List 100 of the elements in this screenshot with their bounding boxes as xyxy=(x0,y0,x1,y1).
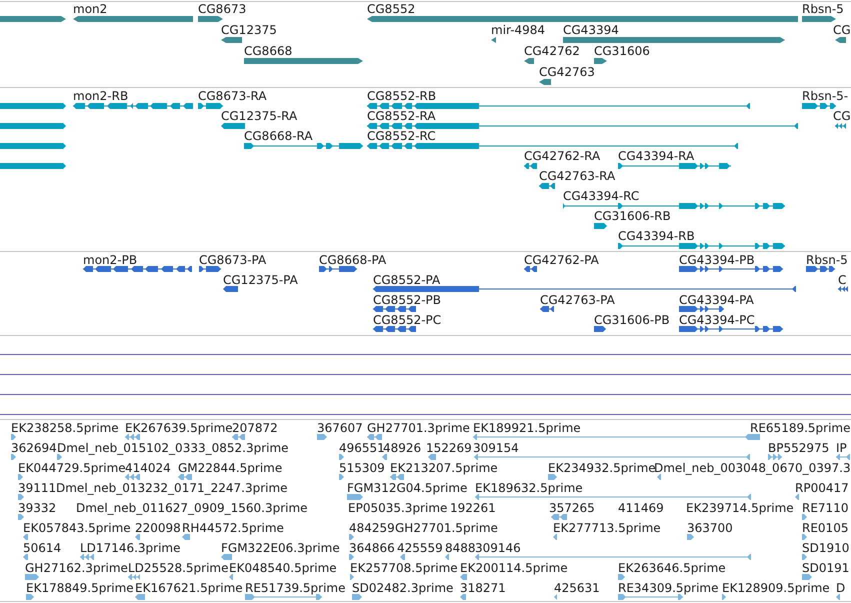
feature-label: CG8552 xyxy=(367,2,416,16)
feature-label: CG42762-PA xyxy=(524,253,599,267)
feature-label: 364866 xyxy=(349,541,395,555)
feature-label: EK167621.5prime xyxy=(135,581,243,595)
feature-label: RE34309.5prime xyxy=(618,581,718,595)
feature-label: EK200114.5prime xyxy=(460,561,568,575)
feature-label: CG43394-PC xyxy=(679,313,755,327)
feature-label: mon2-RB xyxy=(73,89,128,103)
feature-label: CG12375 xyxy=(221,23,277,37)
feature-label: EK263646.5prime xyxy=(618,561,726,575)
feature-label: CG42762-RA xyxy=(524,149,600,163)
feature-label: EK277713.5prime xyxy=(553,521,661,535)
feature-label: SD02482.3prime xyxy=(352,581,454,595)
feature-label: EK128909.5prime xyxy=(722,581,830,595)
feature-label: 152269 xyxy=(426,441,472,455)
feature-label: GM22844.5prime xyxy=(178,461,282,475)
feature-label: FGM312G04.5prime xyxy=(347,481,468,495)
feature-label: CG8552-RB xyxy=(367,89,436,103)
feature-label: CG8552-RC xyxy=(367,129,436,143)
feature-label: Rbsn-5 xyxy=(806,253,848,267)
feature-label: CG12375-RA xyxy=(221,109,298,123)
feature-label: GH27162.3prime xyxy=(25,561,128,575)
feature-label: 220098 xyxy=(135,521,181,535)
feature-label: Rbsn-5 xyxy=(802,2,844,16)
feature-label: EP05035.3prime xyxy=(348,501,448,515)
feature-label: 411469 xyxy=(618,501,664,515)
feature-label: CG43394-RA xyxy=(618,149,694,163)
feature-label: RH44572.5prime xyxy=(182,521,284,535)
feature-label: EK189632.5prime xyxy=(475,481,583,495)
feature-label: CG8673-PA xyxy=(199,253,266,267)
feature-label: 309154 xyxy=(473,441,519,455)
feature-label: 425559 xyxy=(397,541,443,555)
feature-label: CG8552-PA xyxy=(373,273,440,287)
feature-label: CG8673 xyxy=(198,2,246,16)
feature-label: SD0191 xyxy=(802,561,850,575)
feature-label: 484259 xyxy=(349,521,395,535)
feature-label: CG42763 xyxy=(539,65,595,79)
feature-label: SD1910 xyxy=(802,541,850,555)
feature-label: CG8552-PC xyxy=(373,313,442,327)
feature-label: BP552975 xyxy=(768,441,830,455)
feature-label: EK234932.5prime xyxy=(548,461,656,475)
feature-label: LD17146.3prime xyxy=(80,541,181,555)
feature-label: GH27701.5prime xyxy=(395,521,498,535)
feature-label: CG8552-PB xyxy=(373,293,442,307)
feature-label: CG43394 xyxy=(563,23,619,37)
feature-label: 414024 xyxy=(125,461,171,475)
feature-label: Rbsn-5- xyxy=(802,89,848,103)
feature-label: RE65189.5prime xyxy=(750,421,850,435)
feature-label: 496551 xyxy=(339,441,385,455)
feature-label: mon2 xyxy=(73,2,108,16)
feature-label: EK239714.5prime xyxy=(686,501,794,515)
feature-label: 362694 xyxy=(11,441,57,455)
feature-label: CG43394-RB xyxy=(618,229,695,243)
feature-label: IP xyxy=(836,441,847,455)
feature-label: CG31606-RB xyxy=(594,209,671,223)
feature-label: 39332 xyxy=(18,501,56,515)
feature-label: mir-4984 xyxy=(491,23,546,37)
feature-label: CG42763-RA xyxy=(539,169,616,183)
feature-label: Dmel_neb_013232_0171_2247.3prime xyxy=(56,481,288,495)
feature-label: CG12375-PA xyxy=(223,273,298,287)
feature-label: 50614 xyxy=(23,541,62,555)
feature-label: RE7110 xyxy=(802,501,848,515)
feature-label: EK057843.5prime xyxy=(23,521,131,535)
feature-label: CG8673-RA xyxy=(198,89,267,103)
feature-label: C xyxy=(838,273,846,287)
feature-label: LD25528.5prime xyxy=(128,561,229,575)
feature-label: RE51739.5prime xyxy=(245,581,346,595)
feature-label: Dmel_neb_011627_0909_1560.3prime xyxy=(76,501,308,515)
feature-label: EK238258.5prime xyxy=(11,421,119,435)
feature-label: CG31606-PB xyxy=(594,313,670,327)
feature-label: D xyxy=(836,581,846,595)
feature-label: mon2-PB xyxy=(83,253,138,267)
feature-label: CG43394-PB xyxy=(679,253,755,267)
feature-label: FGM322E06.3prime xyxy=(221,541,340,555)
feature-label: CG8668 xyxy=(244,44,292,58)
feature-label: 48926 xyxy=(383,441,422,455)
feature-label: EK213207.5prime xyxy=(390,461,498,475)
feature-label: RE0105 xyxy=(802,521,848,535)
feature-label: 367607 xyxy=(317,421,363,435)
feature-label: EK048540.5prime xyxy=(229,561,337,575)
feature-label: CG42763-PA xyxy=(540,293,615,307)
feature-label: CG8552-RA xyxy=(367,109,436,123)
feature-label: 357265 xyxy=(549,501,595,515)
feature-label: EK189921.5prime xyxy=(473,421,581,435)
feature-label: CG43394-PA xyxy=(679,293,754,307)
feature-label: CG8668-PA xyxy=(319,253,386,267)
feature-label: 309146 xyxy=(475,541,521,555)
feature-label: EK267639.5prime xyxy=(125,421,233,435)
feature-label: CG8668-RA xyxy=(244,129,313,143)
feature-label: Dmel_neb_003048_0670_0397.3 xyxy=(654,461,851,475)
feature-label: 363700 xyxy=(687,521,733,535)
feature-label: EK044729.5prime xyxy=(18,461,126,475)
feature-label: 207872 xyxy=(232,421,278,435)
feature-label: 318271 xyxy=(460,581,506,595)
feature-label: 425631 xyxy=(554,581,600,595)
feature-label: Dmel_neb_015102_0333_0852.3prime xyxy=(57,441,289,455)
feature-label: CG42762 xyxy=(524,44,580,58)
feature-label: RP00417 xyxy=(795,481,849,495)
feature-label: CG xyxy=(833,23,851,37)
feature-label: GH27701.3prime xyxy=(367,421,470,435)
